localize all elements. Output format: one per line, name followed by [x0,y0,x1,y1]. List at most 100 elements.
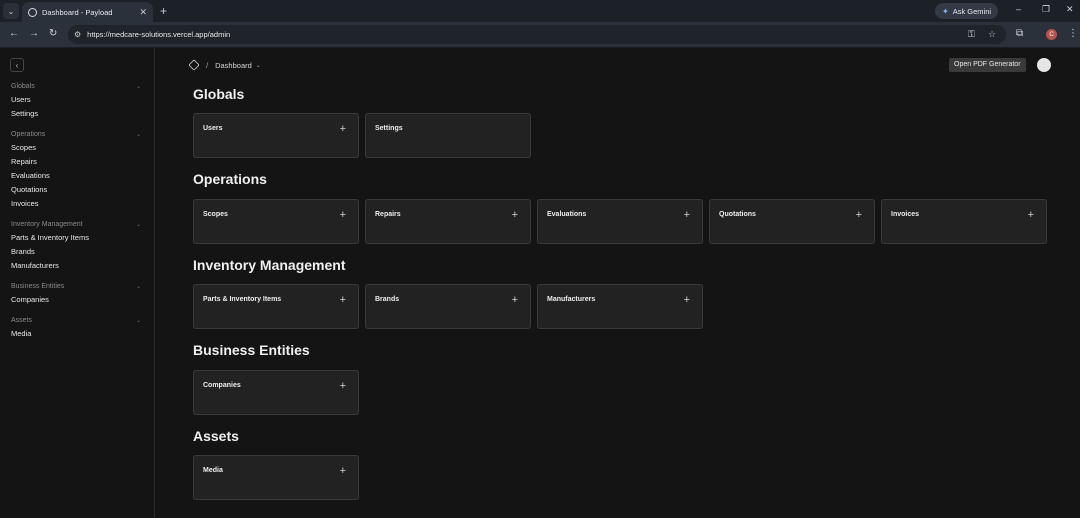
sidebar-group-toggle[interactable]: Business Entities ⌄ [11,279,141,293]
extensions-icon[interactable]: ⧉ [1016,28,1023,39]
address-url: https://medcare-solutions.vercel.app/adm… [87,30,231,39]
tab-close-icon[interactable]: ✕ [139,7,147,18]
browser-tab-active[interactable]: Dashboard - Payload ✕ [22,2,153,22]
sidebar-collapse-icon[interactable]: ‹ [10,58,24,72]
plus-icon[interactable]: + [1028,209,1034,221]
sidebar-group-assets: Assets ⌄ Media [11,313,141,341]
card-label: Companies [203,382,241,389]
card-label: Evaluations [547,211,587,218]
plus-icon[interactable]: + [684,294,690,306]
sidebar-nav: ‹ Globals ⌄ Users Settings Operations ⌄ … [0,48,155,518]
card-label: Media [203,467,223,474]
sidebar-group-globals: Globals ⌄ Users Settings [11,79,141,121]
breadcrumb-separator: / [206,60,209,70]
dashboard-main: / Dashboard ⌄ Open PDF Generator Globals… [156,48,1080,518]
card-label: Repairs [375,211,401,218]
sidebar-item-quotations[interactable]: Quotations [11,183,141,197]
section-title: Operations [193,171,267,187]
plus-icon[interactable]: + [512,209,518,221]
plus-icon[interactable]: + [340,123,346,135]
browser-menu-icon[interactable]: ⋮ [1068,28,1078,39]
section-title: Business Entities [193,342,310,358]
sidebar-group-toggle[interactable]: Assets ⌄ [11,313,141,327]
payload-favicon-icon [28,7,37,17]
account-avatar[interactable] [1037,58,1051,72]
gemini-sparkle-icon: ✦ [942,6,949,16]
chevron-down-icon[interactable]: ⌄ [256,62,261,69]
browser-tabbar: ⌄ Dashboard - Payload ✕ + ✦ Ask Gemini –… [0,0,1080,22]
card-label: Manufacturers [547,296,596,303]
window-close-icon[interactable]: ✕ [1066,4,1074,15]
sidebar-item-invoices[interactable]: Invoices [11,197,141,211]
sidebar-item-media[interactable]: Media [11,327,141,341]
sidebar-group-operations: Operations ⌄ Scopes Repairs Evaluations … [11,127,141,211]
collection-card-users[interactable]: Users + [193,113,359,158]
forward-icon[interactable]: → [29,28,39,39]
card-label: Parts & Inventory Items [203,296,282,303]
collection-card-parts[interactable]: Parts & Inventory Items + [193,284,359,329]
reload-icon[interactable]: ↻ [49,28,57,39]
sidebar-group-toggle[interactable]: Globals ⌄ [11,79,141,93]
section-title: Inventory Management [193,257,346,273]
bookmark-star-icon[interactable]: ☆ [988,29,996,40]
collection-card-evaluations[interactable]: Evaluations + [537,199,703,244]
ask-gemini-button[interactable]: ✦ Ask Gemini [935,3,999,19]
sidebar-group-title: Business Entities [11,282,65,290]
card-label: Scopes [203,211,228,218]
new-tab-icon[interactable]: + [160,4,167,18]
sidebar-group-title: Operations [11,130,46,138]
sidebar-group-inventory: Inventory Management ⌄ Parts & Inventory… [11,217,141,273]
collection-card-quotations[interactable]: Quotations + [709,199,875,244]
profile-avatar[interactable]: C [1046,29,1057,40]
tab-title: Dashboard - Payload [42,7,113,17]
sidebar-group-title: Globals [11,82,35,90]
tab-search-icon[interactable]: ⌄ [3,3,19,19]
plus-icon[interactable]: + [512,294,518,306]
sidebar-item-users[interactable]: Users [11,93,141,107]
password-key-icon[interactable]: ⚿ [968,29,975,40]
chevron-down-icon: ⌄ [135,283,141,290]
sidebar-group-title: Inventory Management [11,220,83,228]
sidebar-item-settings[interactable]: Settings [11,107,141,121]
ask-gemini-label: Ask Gemini [952,6,992,16]
card-label: Quotations [719,211,756,218]
sidebar-group-title: Assets [11,316,33,324]
collection-card-scopes[interactable]: Scopes + [193,199,359,244]
sidebar-item-manufacturers[interactable]: Manufacturers [11,259,141,273]
sidebar-item-repairs[interactable]: Repairs [11,155,141,169]
collection-card-manufacturers[interactable]: Manufacturers + [537,284,703,329]
sidebar-group-toggle[interactable]: Operations ⌄ [11,127,141,141]
breadcrumb-dashboard[interactable]: Dashboard [215,61,252,70]
address-bar[interactable]: ⚙ https://medcare-solutions.vercel.app/a… [68,25,1006,44]
plus-icon[interactable]: + [684,209,690,221]
minimize-icon[interactable]: – [1016,4,1021,14]
sidebar-item-parts[interactable]: Parts & Inventory Items [11,231,141,245]
collection-card-media[interactable]: Media + [193,455,359,500]
plus-icon[interactable]: + [340,380,346,392]
collection-card-brands[interactable]: Brands + [365,284,531,329]
sidebar-item-scopes[interactable]: Scopes [11,141,141,155]
back-icon[interactable]: ← [9,28,19,39]
sidebar-item-evaluations[interactable]: Evaluations [11,169,141,183]
breadcrumb: / Dashboard ⌄ [188,59,261,71]
collection-card-repairs[interactable]: Repairs + [365,199,531,244]
collection-card-settings[interactable]: Settings [365,113,531,158]
open-pdf-generator-button[interactable]: Open PDF Generator [949,58,1026,72]
collection-card-invoices[interactable]: Invoices + [881,199,1047,244]
card-label: Settings [375,125,403,132]
site-info-icon[interactable]: ⚙ [74,30,81,39]
chevron-down-icon: ⌄ [135,317,141,324]
payload-logo-icon[interactable] [188,59,200,71]
plus-icon[interactable]: + [340,465,346,477]
browser-toolbar: ← → ↻ ⚙ https://medcare-solutions.vercel… [0,22,1080,48]
plus-icon[interactable]: + [340,209,346,221]
plus-icon[interactable]: + [340,294,346,306]
collection-card-companies[interactable]: Companies + [193,370,359,415]
sidebar-group-toggle[interactable]: Inventory Management ⌄ [11,217,141,231]
card-label: Invoices [891,211,920,218]
section-title: Assets [193,428,239,444]
plus-icon[interactable]: + [856,209,862,221]
sidebar-item-brands[interactable]: Brands [11,245,141,259]
restore-icon[interactable]: ❐ [1042,4,1050,15]
sidebar-item-companies[interactable]: Companies [11,293,141,307]
